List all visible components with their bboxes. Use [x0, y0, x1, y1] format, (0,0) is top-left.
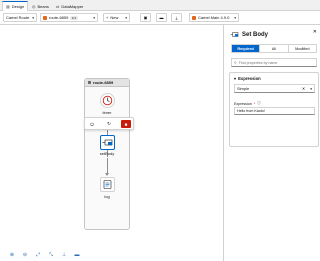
property-search-input[interactable]: [238, 60, 309, 65]
arrow-head: [105, 173, 109, 176]
route-header[interactable]: route-6859: [85, 79, 129, 87]
route-group[interactable]: route-6859 timer setBody log: [84, 78, 130, 230]
close-panel-button[interactable]: ✕: [313, 29, 317, 35]
layout-button[interactable]: ⊥: [60, 251, 68, 259]
trash-icon: ▬: [159, 15, 164, 20]
chevron-down-icon: ▾: [32, 15, 34, 20]
route-count-badge: 1/1: [70, 15, 78, 20]
timer-node[interactable]: [100, 93, 115, 108]
trash-icon: ■: [124, 121, 128, 127]
disable-step-button[interactable]: ⏻: [87, 120, 97, 128]
filter-required[interactable]: Required: [232, 45, 261, 52]
expression-card: ▾ Expression Simple ✕ ▾ Expression * ⓘ H…: [229, 72, 319, 147]
delete-route-button[interactable]: ▬: [156, 13, 167, 22]
legend-icon: ▬: [74, 252, 80, 258]
editor-tabs: ▦ Design ◍ Beans ⇄ DataMapper: [0, 0, 320, 11]
filter-modified[interactable]: Modified: [289, 45, 316, 52]
runtime-catalog-select[interactable]: Camel Main 4.9.0 ▾: [189, 13, 239, 22]
properties-panel: Set Body ✕ Required All Modified ⚲ ▾ Exp…: [223, 25, 320, 261]
route-select[interactable]: route-6859 1/1 ▾: [40, 13, 98, 22]
design-icon: ▦: [6, 4, 10, 9]
resource-type-select[interactable]: Camel Route ▾: [3, 13, 37, 22]
chevron-down-icon: ▾: [234, 76, 237, 81]
catalog-button[interactable]: ▣: [140, 13, 151, 22]
camel-icon: [192, 15, 196, 20]
zoom-out-icon: ⊖: [22, 252, 28, 258]
setbody-icon: [230, 32, 239, 37]
power-icon: ⏻: [90, 121, 94, 127]
close-icon: ✕: [312, 29, 317, 35]
filter-all[interactable]: All: [260, 45, 289, 52]
node-label-log: log: [104, 194, 110, 199]
setbody-icon: [102, 139, 113, 146]
clear-icon[interactable]: ✕: [302, 86, 305, 91]
refresh-icon: ↻: [107, 121, 111, 126]
expression-input[interactable]: Hello from Kaoto!: [234, 107, 315, 115]
expression-language-select[interactable]: Simple ✕ ▾: [234, 84, 315, 93]
delete-step-button[interactable]: ■: [121, 120, 131, 128]
tab-datamapper[interactable]: ⇄ DataMapper: [53, 2, 86, 11]
zoom-in-icon: ⊕: [9, 252, 15, 258]
chevron-down-icon: ▾: [93, 15, 95, 20]
plus-icon: +: [106, 15, 109, 20]
datamapper-icon: ⇄: [56, 4, 60, 9]
fit-to-screen-button[interactable]: ⤢: [34, 251, 42, 259]
reset-view-button[interactable]: ⤡: [47, 251, 55, 259]
log-node[interactable]: [100, 177, 115, 192]
property-search: ⚲: [231, 58, 317, 67]
node-label-setbody: setBody: [99, 151, 115, 156]
beans-icon: ◍: [32, 4, 36, 9]
canvas-controls: ⊕ ⊖ ⤢ ⤡ ⊥ ▬: [8, 251, 81, 259]
export-icon: ⤓: [175, 15, 178, 20]
export-button[interactable]: ⤓: [171, 13, 182, 22]
expression-field-label: Expression * ⓘ: [234, 101, 261, 106]
filter-icon: ⚲: [234, 60, 237, 65]
help-icon[interactable]: ⓘ: [257, 101, 261, 106]
edge-setbody-log: [107, 158, 108, 174]
node-context-toolbar: ⏻ ↻ ■: [84, 117, 134, 130]
node-label-timer: timer: [102, 110, 112, 115]
log-icon: [103, 180, 112, 189]
expand-icon: ⤢: [35, 252, 40, 258]
toolbar: Camel Route ▾ route-6859 1/1 ▾ + New ▾ ▣…: [0, 11, 320, 25]
setbody-node[interactable]: [100, 135, 115, 150]
book-icon: ▣: [143, 15, 148, 20]
chevron-down-icon: ▾: [125, 15, 127, 20]
chevron-down-icon: ▾: [234, 15, 236, 20]
replace-step-button[interactable]: ↻: [104, 120, 114, 128]
new-button[interactable]: + New ▾: [103, 13, 130, 22]
zoom-out-button[interactable]: ⊖: [21, 251, 29, 259]
chevron-down-icon: ▾: [310, 86, 312, 91]
layout-icon: ⊥: [61, 252, 67, 258]
reset-icon: ⤡: [48, 252, 53, 258]
timer-icon: [102, 95, 113, 106]
zoom-in-button[interactable]: ⊕: [8, 251, 16, 259]
tab-beans[interactable]: ◍ Beans: [29, 2, 52, 11]
route-icon: [43, 15, 47, 20]
canvas[interactable]: route-6859 timer setBody log ⏻ ↻ ■ ⊕ ⊖ ⤢…: [0, 25, 223, 261]
collapse-icon: [88, 81, 91, 84]
tab-design[interactable]: ▦ Design: [2, 1, 29, 11]
expression-section-toggle[interactable]: ▾ Expression: [234, 76, 261, 81]
property-filter-toggle: Required All Modified: [231, 44, 317, 53]
legend-button[interactable]: ▬: [73, 251, 81, 259]
panel-title: Set Body: [230, 30, 268, 39]
